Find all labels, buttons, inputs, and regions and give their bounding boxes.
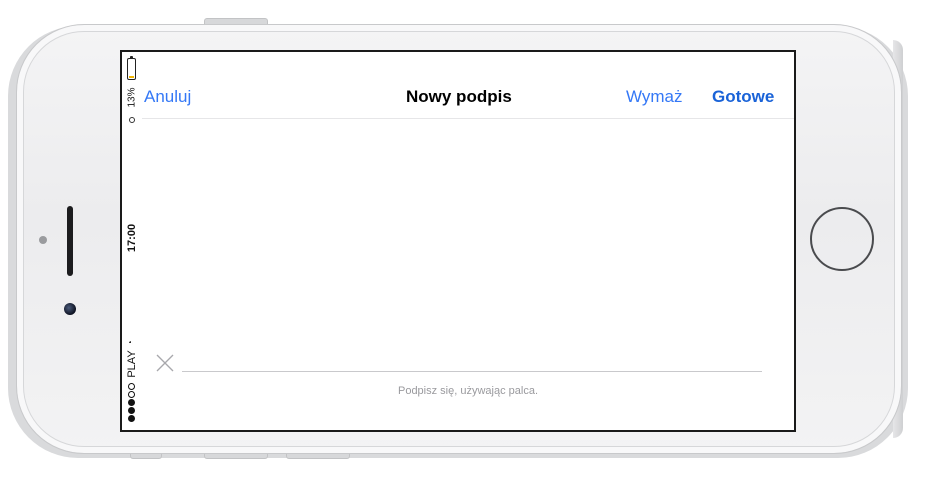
battery-percent: 13% <box>126 87 138 108</box>
status-time: 17:00 <box>126 223 138 253</box>
battery-level <box>129 76 134 78</box>
signal-dot <box>128 407 135 414</box>
navigation-bar: Anuluj Nowy podpis Wymaż Gotowe <box>142 52 794 119</box>
battery-icon <box>127 56 136 80</box>
clear-x-icon <box>156 354 174 372</box>
signal-dot <box>128 391 135 398</box>
signal-dot <box>128 383 135 390</box>
alarm-icon <box>129 117 135 123</box>
signal-dot <box>128 415 135 422</box>
signature-line <box>182 371 762 372</box>
screen: 13% 17:00 ◔ PLAY Anuluj Nowy podpis Wyma… <box>120 50 796 432</box>
page-title: Nowy podpis <box>406 87 512 106</box>
done-button[interactable]: Gotowe <box>712 87 774 107</box>
signature-hint: Podpisz się, używając palca. <box>397 385 538 397</box>
front-camera <box>64 303 76 315</box>
status-bar: 13% 17:00 ◔ PLAY <box>122 52 142 430</box>
carrier-name: PLAY <box>126 350 138 378</box>
proximity-sensor <box>39 236 47 244</box>
signal-dot <box>128 399 135 406</box>
signature-canvas[interactable]: Podpisz się, używając palca. <box>142 119 794 430</box>
erase-button[interactable]: Wymaż <box>626 87 683 107</box>
cancel-button[interactable]: Anuluj <box>144 87 191 107</box>
signal-icon <box>128 382 136 422</box>
home-button[interactable] <box>810 207 874 271</box>
earpiece-speaker <box>67 206 73 276</box>
